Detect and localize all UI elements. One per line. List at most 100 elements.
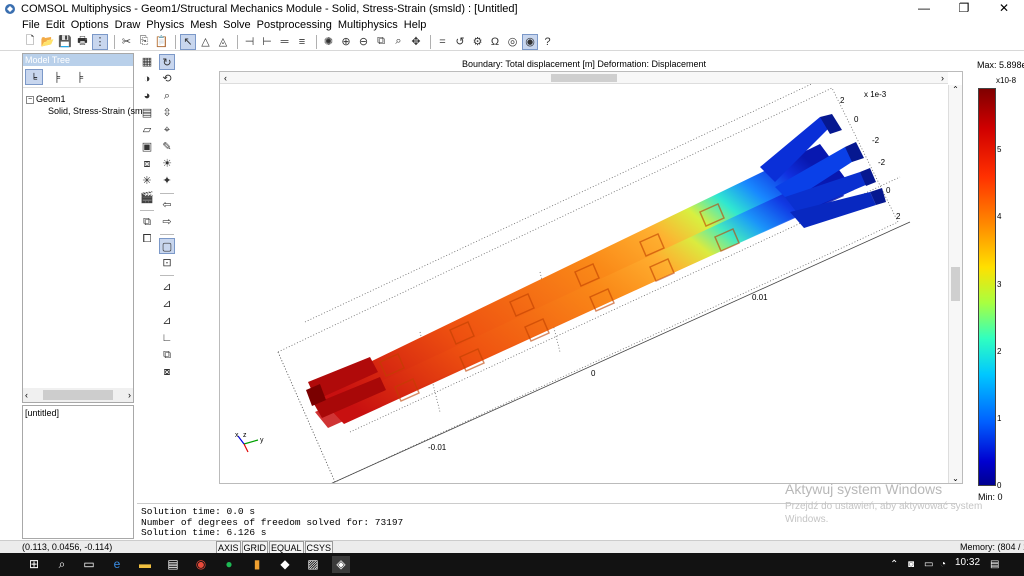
explode-icon[interactable]: ✳ — [139, 173, 155, 189]
default-view-icon[interactable]: ⊡ — [159, 255, 175, 271]
union-icon[interactable]: ⧉ — [139, 214, 155, 230]
scrollbar-thumb[interactable] — [551, 74, 617, 82]
maximize-button[interactable]: ❐ — [944, 0, 984, 17]
app-icon[interactable]: ◆ — [276, 556, 294, 573]
plot-horizontal-scrollbar[interactable]: ‹ › — [220, 72, 948, 84]
scrollbar-thumb[interactable] — [951, 267, 960, 301]
tray-expand-icon[interactable]: ⌃ — [890, 556, 898, 573]
menu-file[interactable]: File — [22, 19, 40, 31]
boundary-mode-icon[interactable]: ⊣ — [242, 34, 258, 50]
restart-icon[interactable]: ↺ — [452, 34, 468, 50]
difference-icon[interactable]: ⧠ — [139, 231, 155, 247]
paste-icon[interactable]: 📋 — [154, 34, 170, 50]
mesh-icon[interactable]: ✺ — [321, 34, 337, 50]
scroll-right-icon[interactable]: › — [128, 390, 131, 400]
print-icon[interactable]: 🖶 — [75, 34, 91, 50]
scroll-left-icon[interactable]: ‹ — [25, 390, 28, 400]
scroll-up-icon[interactable]: ⌃ — [949, 85, 962, 94]
array-icon[interactable]: ▣ — [139, 139, 155, 155]
cut-icon[interactable]: ✂ — [119, 34, 135, 50]
menu-postprocessing[interactable]: Postprocessing — [257, 19, 332, 31]
menu-mesh[interactable]: Mesh — [190, 19, 217, 31]
increase-transparency-icon[interactable]: ⧉ — [159, 347, 175, 363]
move-icon[interactable]: ⇳ — [159, 105, 175, 121]
tray-app-icon[interactable]: ◙ — [908, 556, 914, 573]
solver-manager-icon[interactable]: ⚙ — [470, 34, 486, 50]
open-file-icon[interactable]: 📂 — [40, 34, 56, 50]
store-icon[interactable]: ▤ — [164, 556, 182, 573]
file-explorer-icon[interactable]: ▬ — [136, 556, 154, 573]
chrome-icon[interactable]: ◉ — [192, 556, 210, 573]
light-icon[interactable]: ☀ — [159, 156, 175, 172]
scrollbar-thumb[interactable] — [43, 390, 113, 400]
animation-icon[interactable]: 🎬 — [139, 190, 155, 206]
tree-full-view-icon[interactable]: ╞ — [71, 69, 89, 85]
search-icon[interactable]: ⌕ — [53, 556, 71, 573]
menu-options[interactable]: Options — [71, 19, 109, 31]
scroll-down-icon[interactable]: ⌄ — [949, 474, 962, 483]
tree-node-geom1[interactable]: − Geom1 — [26, 93, 133, 105]
select-icon[interactable]: ⌖ — [159, 122, 175, 138]
edge-browser-icon[interactable]: e — [108, 556, 126, 573]
menu-help[interactable]: Help — [404, 19, 427, 31]
orbit-icon[interactable]: ⟲ — [159, 71, 175, 87]
spotify-icon[interactable]: ● — [220, 556, 238, 573]
help-icon[interactable]: ? — [540, 34, 556, 50]
equation-system-icon[interactable]: ≡ — [294, 34, 310, 50]
plot-canvas[interactable]: y x z x 1e-3 2 0 -2 -2 0 2 0.01 0 -0.01 — [219, 71, 963, 484]
axis-view-icon[interactable]: ∟ — [159, 330, 175, 346]
tray-battery-icon[interactable]: ▭ — [924, 556, 933, 573]
edge-mode-icon[interactable]: ⊢ — [259, 34, 275, 50]
tree-node-solid[interactable]: Solid, Stress-Strain (sm — [26, 105, 143, 117]
menu-edit[interactable]: Edit — [46, 19, 65, 31]
close-button[interactable]: ✕ — [984, 0, 1024, 17]
windows-start-icon[interactable]: ⊞ — [25, 556, 43, 573]
go-back-icon[interactable]: ⇦ — [159, 197, 175, 213]
zoom-icon[interactable]: ⌕ — [159, 88, 175, 104]
solve-icon[interactable]: = — [435, 34, 451, 50]
cylinder-icon[interactable]: ▤ — [139, 105, 155, 121]
model-tree-toggle-icon[interactable]: ⋮ — [92, 33, 108, 50]
zx-view-icon[interactable]: ⊿ — [159, 313, 175, 329]
rotate-icon[interactable]: ↻ — [159, 54, 175, 70]
work-plane-icon[interactable]: ▱ — [139, 122, 155, 138]
plot-vertical-scrollbar[interactable]: ⌃ ⌄ — [948, 85, 962, 483]
scroll-right-icon[interactable]: › — [941, 73, 944, 83]
postprocessing-mode-icon[interactable]: ◉ — [522, 33, 538, 50]
mesh-mode-icon[interactable]: ◬ — [215, 34, 231, 50]
decrease-transparency-icon[interactable]: ⧇ — [159, 364, 175, 380]
new-file-icon[interactable]: 🗋 — [22, 34, 38, 50]
copy-icon[interactable]: ⎘ — [136, 34, 152, 50]
subdomain-mode-icon[interactable]: ═ — [277, 34, 293, 50]
comsol-taskbar-icon[interactable]: ◈ — [332, 556, 350, 573]
yz-view-icon[interactable]: ⊿ — [159, 296, 175, 312]
pan-icon[interactable]: ✥ — [408, 34, 424, 50]
notification-icon[interactable]: ▤ — [990, 556, 999, 573]
plot-parameters-icon[interactable]: ◎ — [505, 34, 521, 50]
model-tree-scrollbar[interactable]: ‹ › — [23, 388, 133, 402]
pick-icon[interactable]: ✎ — [159, 139, 175, 155]
solver-parameters-icon[interactable]: Ω — [487, 34, 503, 50]
app-icon[interactable]: ▮ — [248, 556, 266, 573]
menu-solve[interactable]: Solve — [223, 19, 251, 31]
tree-detail-view-icon[interactable]: ╞ — [48, 69, 66, 85]
copy-object-icon[interactable]: ⧈ — [139, 156, 155, 172]
block-icon[interactable]: ▦ — [139, 54, 155, 70]
zoom-out-icon[interactable]: ⊖ — [356, 34, 372, 50]
select-pointer-icon[interactable]: ↖ — [180, 33, 196, 50]
zoom-window-icon[interactable]: ⧉ — [373, 34, 389, 50]
menu-draw[interactable]: Draw — [115, 19, 141, 31]
scene-icon[interactable]: ▢ — [159, 238, 175, 254]
tray-network-icon[interactable]: ◔ — [940, 556, 946, 573]
draw-mode-icon[interactable]: △ — [198, 34, 214, 50]
cone-icon[interactable]: ◑ — [139, 71, 155, 87]
taskbar-clock[interactable]: 10:32 — [955, 557, 980, 568]
scroll-left-icon[interactable]: ‹ — [224, 73, 227, 83]
tree-view-icon[interactable]: ╘ — [25, 69, 43, 85]
menu-physics[interactable]: Physics — [146, 19, 184, 31]
minimize-button[interactable]: — — [904, 0, 944, 17]
menu-multiphysics[interactable]: Multiphysics — [338, 19, 398, 31]
go-forward-icon[interactable]: ⇨ — [159, 214, 175, 230]
photos-icon[interactable]: ▨ — [304, 556, 322, 573]
sphere-icon[interactable]: ◕ — [139, 88, 155, 104]
